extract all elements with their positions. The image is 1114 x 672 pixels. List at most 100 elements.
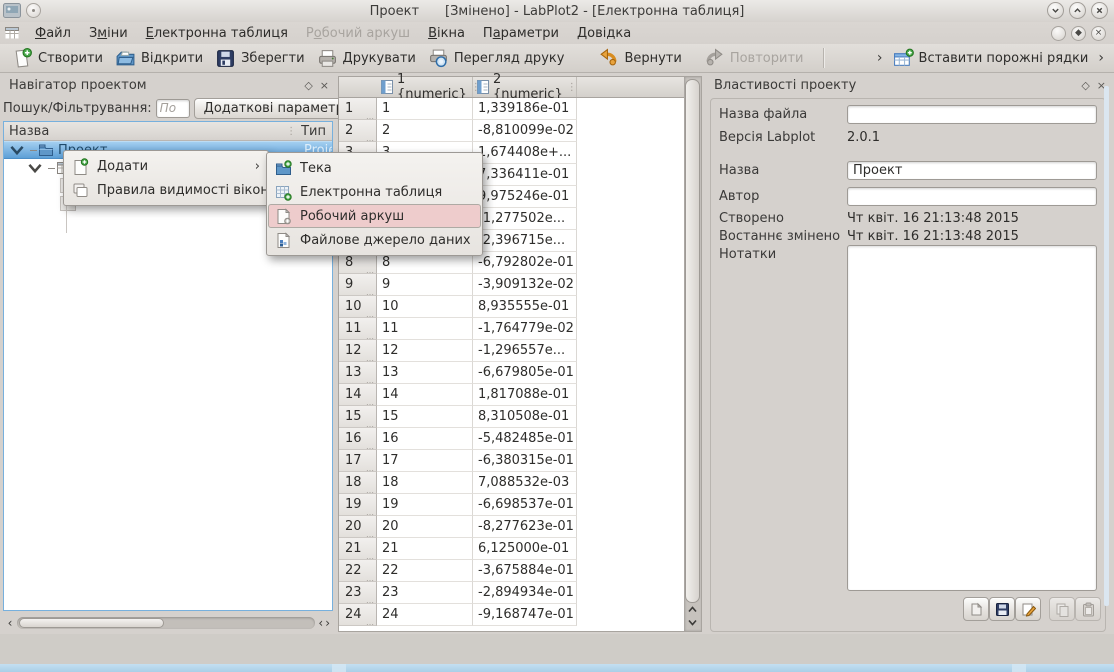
- print-preview-button[interactable]: Перегляд друку: [422, 46, 571, 71]
- cell[interactable]: -6,679805e-01: [473, 362, 577, 384]
- vertical-scrollbar[interactable]: [684, 77, 701, 631]
- menu-windows[interactable]: Вікна: [419, 22, 474, 44]
- cell[interactable]: -1,277502e...: [473, 208, 577, 230]
- cell[interactable]: 12: [377, 340, 473, 362]
- scrollbar-thumb[interactable]: [19, 618, 164, 628]
- submenu-folder[interactable]: Тека: [268, 156, 481, 180]
- cell[interactable]: -2,894934e-01: [473, 582, 577, 604]
- chevron-down-icon[interactable]: [9, 142, 25, 158]
- maximize-button[interactable]: [1069, 2, 1086, 19]
- mdi-close-button[interactable]: ×: [1091, 26, 1106, 41]
- menu-settings[interactable]: Параметри: [474, 22, 568, 44]
- window-menu-button[interactable]: [26, 3, 41, 18]
- cell[interactable]: 11: [377, 318, 473, 340]
- cell[interactable]: -8,810099e-02: [473, 120, 577, 142]
- submenu-worksheet[interactable]: Робочий аркуш: [268, 204, 481, 228]
- row-header[interactable]: 14: [339, 384, 377, 406]
- submenu-spreadsheet[interactable]: Електронна таблиця: [268, 180, 481, 204]
- cell[interactable]: -1,296557e...: [473, 340, 577, 362]
- insert-rows-chevron[interactable]: ›: [1094, 50, 1108, 66]
- cell[interactable]: 1,674408e+...: [473, 142, 577, 164]
- close-icon[interactable]: ×: [320, 79, 329, 92]
- column-header-type[interactable]: Тип: [301, 124, 326, 139]
- row-header[interactable]: 23: [339, 582, 377, 604]
- cell[interactable]: 14: [377, 384, 473, 406]
- mdi-minimize-button[interactable]: [1051, 26, 1066, 41]
- cell[interactable]: 1,339186e-01: [473, 98, 577, 120]
- save-properties-button[interactable]: [989, 597, 1015, 621]
- cell[interactable]: 8,935555e-01: [473, 296, 577, 318]
- print-button[interactable]: Друкувати: [311, 46, 422, 71]
- column-header-name[interactable]: Назва: [4, 124, 49, 139]
- cell[interactable]: 2: [377, 120, 473, 142]
- cell[interactable]: 9: [377, 274, 473, 296]
- cell[interactable]: 18: [377, 472, 473, 494]
- row-header[interactable]: 18: [339, 472, 377, 494]
- context-menu-window-rules[interactable]: Правила видимості вікон ›: [65, 178, 267, 202]
- cell[interactable]: -5,482485e-01: [473, 428, 577, 450]
- cell[interactable]: 7,088532e-03: [473, 472, 577, 494]
- scrollbar-thumb[interactable]: [685, 79, 700, 603]
- cell[interactable]: 22: [377, 560, 473, 582]
- cell[interactable]: 13: [377, 362, 473, 384]
- cell[interactable]: 19: [377, 494, 473, 516]
- scroll-down-button[interactable]: [684, 616, 701, 629]
- menu-spreadsheet[interactable]: Електронна таблиця: [137, 22, 297, 44]
- cell[interactable]: -9,168747e-01: [473, 604, 577, 626]
- cell[interactable]: 7,336411e-01: [473, 164, 577, 186]
- cell[interactable]: -1,764779e-02: [473, 318, 577, 340]
- chevron-down-icon[interactable]: [27, 160, 43, 176]
- row-header[interactable]: 15: [339, 406, 377, 428]
- scroll-left-button[interactable]: ‹: [3, 615, 17, 631]
- cell[interactable]: 10: [377, 296, 473, 318]
- row-header[interactable]: 17: [339, 450, 377, 472]
- column-header-1[interactable]: 1 {numeric} ⋮: [377, 77, 473, 97]
- row-header[interactable]: 9: [339, 274, 377, 296]
- load-button[interactable]: [963, 597, 989, 621]
- edit-button[interactable]: [1015, 597, 1041, 621]
- float-icon[interactable]: ◇: [1081, 79, 1089, 92]
- cell[interactable]: 23: [377, 582, 473, 604]
- cell[interactable]: -6,698537e-01: [473, 494, 577, 516]
- menu-edit[interactable]: Зміни: [80, 22, 137, 44]
- cell[interactable]: 15: [377, 406, 473, 428]
- save-button[interactable]: Зберегти: [209, 46, 310, 71]
- file-name-field[interactable]: [847, 105, 1097, 124]
- close-window-button[interactable]: [1091, 2, 1108, 19]
- cell[interactable]: 17: [377, 450, 473, 472]
- cell[interactable]: 20: [377, 516, 473, 538]
- row-header[interactable]: 22: [339, 560, 377, 582]
- row-header[interactable]: 1: [339, 98, 377, 120]
- row-header[interactable]: 21: [339, 538, 377, 560]
- more-options-button[interactable]: Додаткові параметри: [194, 98, 363, 119]
- name-field[interactable]: [847, 161, 1097, 180]
- submenu-file-data-source[interactable]: Файлове джерело даних: [268, 228, 481, 252]
- panel-scroll-strip[interactable]: [1104, 86, 1109, 606]
- undo-button[interactable]: Вернути: [592, 46, 687, 71]
- cell[interactable]: -6,792802e-01: [473, 252, 577, 274]
- cell[interactable]: 1,817088e-01: [473, 384, 577, 406]
- spreadsheet-corner-header[interactable]: [339, 77, 377, 97]
- insert-empty-rows-button[interactable]: Вставити порожні рядки: [887, 46, 1095, 71]
- shade-button[interactable]: [1047, 2, 1064, 19]
- cell[interactable]: 16: [377, 428, 473, 450]
- row-header[interactable]: 13: [339, 362, 377, 384]
- search-input[interactable]: [156, 99, 190, 118]
- row-header[interactable]: 20: [339, 516, 377, 538]
- new-button[interactable]: Створити: [6, 46, 109, 71]
- scrollbar-track[interactable]: [17, 617, 315, 629]
- cell[interactable]: 1: [377, 98, 473, 120]
- menu-file[interactable]: Файл: [26, 22, 80, 44]
- mdi-restore-button[interactable]: ◆: [1071, 26, 1086, 41]
- cell[interactable]: -2,396715e...: [473, 230, 577, 252]
- scroll-right-button[interactable]: ›: [325, 616, 330, 630]
- cell[interactable]: 21: [377, 538, 473, 560]
- row-header[interactable]: 2: [339, 120, 377, 142]
- cell[interactable]: -8,277623e-01: [473, 516, 577, 538]
- row-header[interactable]: 10: [339, 296, 377, 318]
- cell[interactable]: 8,310508e-01: [473, 406, 577, 428]
- cell[interactable]: 9,975246e-01: [473, 186, 577, 208]
- toolbar-overflow-chevron[interactable]: ›: [873, 50, 887, 66]
- context-menu-add[interactable]: Додати ›: [65, 154, 267, 178]
- cell[interactable]: -6,380315e-01: [473, 450, 577, 472]
